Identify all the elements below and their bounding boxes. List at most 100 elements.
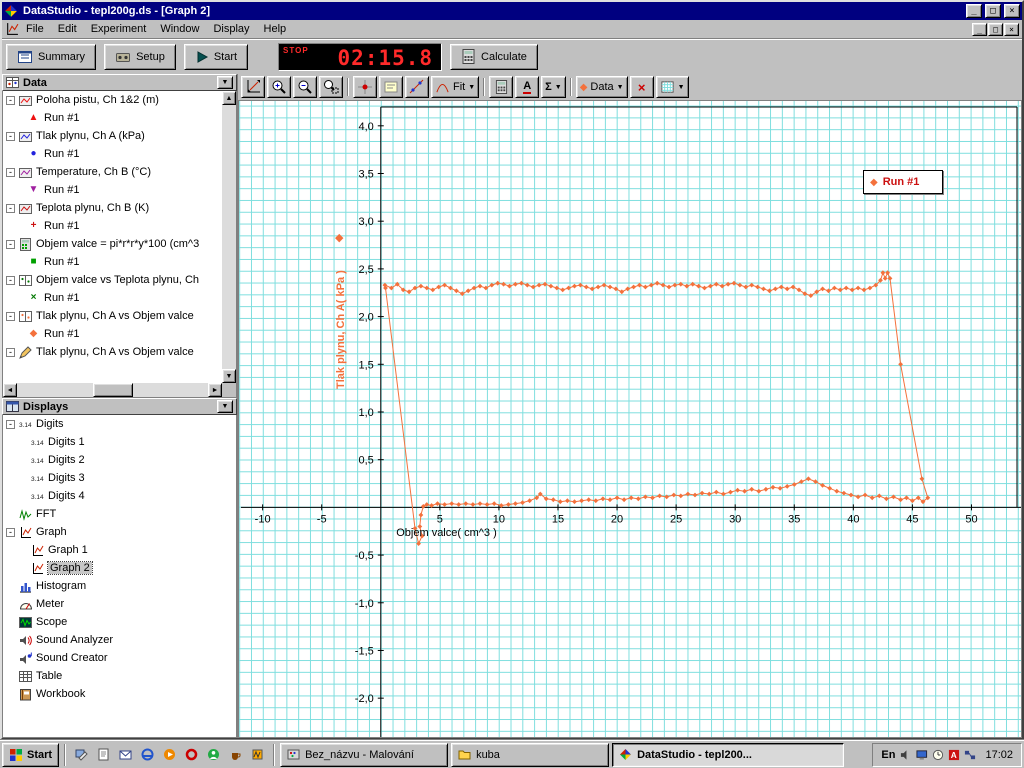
- zoom-in-button[interactable]: [267, 76, 291, 98]
- menu-window[interactable]: Window: [153, 21, 206, 37]
- internet-explorer-launch-button[interactable]: [137, 744, 158, 766]
- data-tree-item[interactable]: - Tlak plynu, Ch A vs Objem valce: [3, 307, 222, 325]
- volume-tray-icon[interactable]: [900, 749, 912, 761]
- displays-tree-item[interactable]: - Graph: [3, 523, 236, 541]
- y-axis-title[interactable]: Tlak plynu, Ch A( kPa ): [335, 270, 347, 389]
- smart-tool-button[interactable]: [353, 76, 377, 98]
- text-tool-button[interactable]: A: [515, 76, 540, 98]
- data-tree-item[interactable]: - Teplota plynu, Ch B (K): [3, 199, 222, 217]
- menu-help[interactable]: Help: [257, 21, 294, 37]
- data-tree-item[interactable]: - Temperature, Ch B (°C): [3, 163, 222, 181]
- statistics-menu-button[interactable]: Σ ▼: [541, 76, 566, 98]
- titlebar[interactable]: DataStudio - tepl200g.ds - [Graph 2] _ □…: [2, 2, 1022, 20]
- data-tree-item[interactable]: - Tlak plynu, Ch A (kPa): [3, 127, 222, 145]
- x-axis-title[interactable]: Objem valce( cm^3 ): [389, 527, 504, 539]
- displays-tree-child-item[interactable]: 3.14 Digits 4: [3, 487, 236, 505]
- keyboard-layout-indicator[interactable]: En: [881, 749, 895, 761]
- scroll-up-icon[interactable]: ▲: [222, 91, 236, 105]
- task-button[interactable]: kuba: [451, 742, 610, 767]
- winamp-launch-button[interactable]: [247, 744, 268, 766]
- data-tree-item[interactable]: - Tlak plynu, Ch A vs Objem valce: [3, 343, 222, 361]
- fit-menu-button[interactable]: Fit ▼: [431, 76, 480, 98]
- data-tree-item[interactable]: - Objem valce = pi*r*r*y*100 (cm^3: [3, 235, 222, 253]
- collapse-icon[interactable]: -: [6, 275, 15, 285]
- collapse-icon[interactable]: -: [6, 419, 15, 429]
- mdi-close-button[interactable]: ×: [1004, 22, 1019, 36]
- displays-tree-child-item[interactable]: Graph 1: [3, 541, 236, 559]
- media-player-launch-button[interactable]: [159, 744, 180, 766]
- displays-tree-child-item[interactable]: 3.14 Digits 1: [3, 433, 236, 451]
- calculate-button[interactable]: Calculate: [450, 43, 538, 70]
- antivirus-tray-icon[interactable]: A: [948, 749, 960, 761]
- run-item[interactable]: × Run #1: [3, 289, 222, 307]
- menu-experiment[interactable]: Experiment: [84, 21, 154, 37]
- show-desktop-launch-button[interactable]: [71, 744, 92, 766]
- displays-tree-child-item[interactable]: 3.14 Digits 2: [3, 451, 236, 469]
- start-button[interactable]: Start: [183, 43, 249, 70]
- displays-tree-item[interactable]: Histogram: [3, 577, 236, 595]
- menu-file[interactable]: File: [19, 21, 51, 37]
- scale-to-fit-button[interactable]: [241, 76, 265, 98]
- task-button[interactable]: DataStudio - tepl200...: [612, 742, 845, 767]
- displays-tree-item[interactable]: -3.14 Digits: [3, 415, 236, 433]
- scroll-right-icon[interactable]: ►: [208, 383, 222, 397]
- collapse-icon[interactable]: -: [6, 311, 15, 321]
- collapse-icon[interactable]: -: [6, 347, 15, 357]
- graph-settings-button[interactable]: ▼: [655, 76, 689, 98]
- run-item[interactable]: ▲ Run #1: [3, 109, 222, 127]
- messenger-launch-button[interactable]: [203, 744, 224, 766]
- menu-edit[interactable]: Edit: [51, 21, 84, 37]
- scroll-down-icon[interactable]: ▼: [222, 369, 236, 383]
- run-item[interactable]: + Run #1: [3, 217, 222, 235]
- collapse-icon[interactable]: -: [6, 131, 15, 141]
- task-button[interactable]: Bez_názvu - Malování: [280, 742, 449, 767]
- data-menu-button[interactable]: ◆ Data ▼: [575, 76, 628, 98]
- display-settings-tray-icon[interactable]: [916, 749, 928, 761]
- close-button[interactable]: ×: [1004, 4, 1020, 18]
- zoom-out-button[interactable]: [293, 76, 317, 98]
- displays-tree-item[interactable]: Meter: [3, 595, 236, 613]
- collapse-icon[interactable]: -: [6, 527, 15, 537]
- displays-tree-item[interactable]: Workbook: [3, 685, 236, 703]
- displays-panel-menu-button[interactable]: ▼: [217, 400, 233, 413]
- opera-launch-button[interactable]: [181, 744, 202, 766]
- displays-tree-item[interactable]: Scope: [3, 613, 236, 631]
- graph-plot-area[interactable]: -10 -5 5 10 15 20 25 30 35 40 45 50 4,0 3,5 3,0 2,5 2,0 1…: [238, 100, 1022, 738]
- scroll-left-icon[interactable]: ◄: [3, 383, 17, 397]
- data-tree-item[interactable]: - Poloha pistu, Ch 1&2 (m): [3, 91, 222, 109]
- delete-button[interactable]: ×: [629, 76, 654, 98]
- displays-tree-child-item[interactable]: Graph 2: [3, 559, 236, 577]
- data-tree-item[interactable]: - Objem valce vs Teplota plynu, Ch: [3, 271, 222, 289]
- annotation-tool-button[interactable]: [379, 76, 403, 98]
- outlook-express-launch-button[interactable]: [115, 744, 136, 766]
- minimize-button[interactable]: _: [966, 4, 982, 18]
- displays-tree-item[interactable]: Sound Creator: [3, 649, 236, 667]
- displays-tree-child-item[interactable]: 3.14 Digits 3: [3, 469, 236, 487]
- displays-tree-item[interactable]: Sound Analyzer: [3, 631, 236, 649]
- collapse-icon[interactable]: -: [6, 239, 15, 249]
- run-item[interactable]: ▼ Run #1: [3, 181, 222, 199]
- mdi-restore-button[interactable]: □: [988, 22, 1003, 36]
- start-menu-button[interactable]: Start: [2, 742, 60, 767]
- collapse-icon[interactable]: -: [6, 167, 15, 177]
- java-launch-button[interactable]: [225, 744, 246, 766]
- displays-tree-item[interactable]: FFT: [3, 505, 236, 523]
- summary-button[interactable]: Summary: [6, 43, 97, 70]
- data-tree-vertical-scrollbar[interactable]: ▲ ▼: [222, 91, 236, 383]
- menu-display[interactable]: Display: [206, 21, 256, 37]
- collapse-icon[interactable]: -: [6, 95, 15, 105]
- restore-button[interactable]: □: [985, 4, 1001, 18]
- data-point-markers[interactable]: [382, 270, 931, 546]
- displays-tree-item[interactable]: Table: [3, 667, 236, 685]
- network-tray-icon[interactable]: [964, 749, 976, 761]
- zoom-select-button[interactable]: [319, 76, 343, 98]
- notepad-launch-button[interactable]: [93, 744, 114, 766]
- setup-button[interactable]: Setup: [104, 43, 176, 70]
- collapse-icon[interactable]: -: [6, 203, 15, 213]
- mdi-minimize-button[interactable]: _: [972, 22, 987, 36]
- data-tree-horizontal-scrollbar[interactable]: ◄ ►: [3, 383, 222, 397]
- legend[interactable]: ◆ Run #1: [863, 170, 943, 194]
- run-item[interactable]: ◆ Run #1: [3, 325, 222, 343]
- run-item[interactable]: ● Run #1: [3, 145, 222, 163]
- scheduler-tray-icon[interactable]: [932, 749, 944, 761]
